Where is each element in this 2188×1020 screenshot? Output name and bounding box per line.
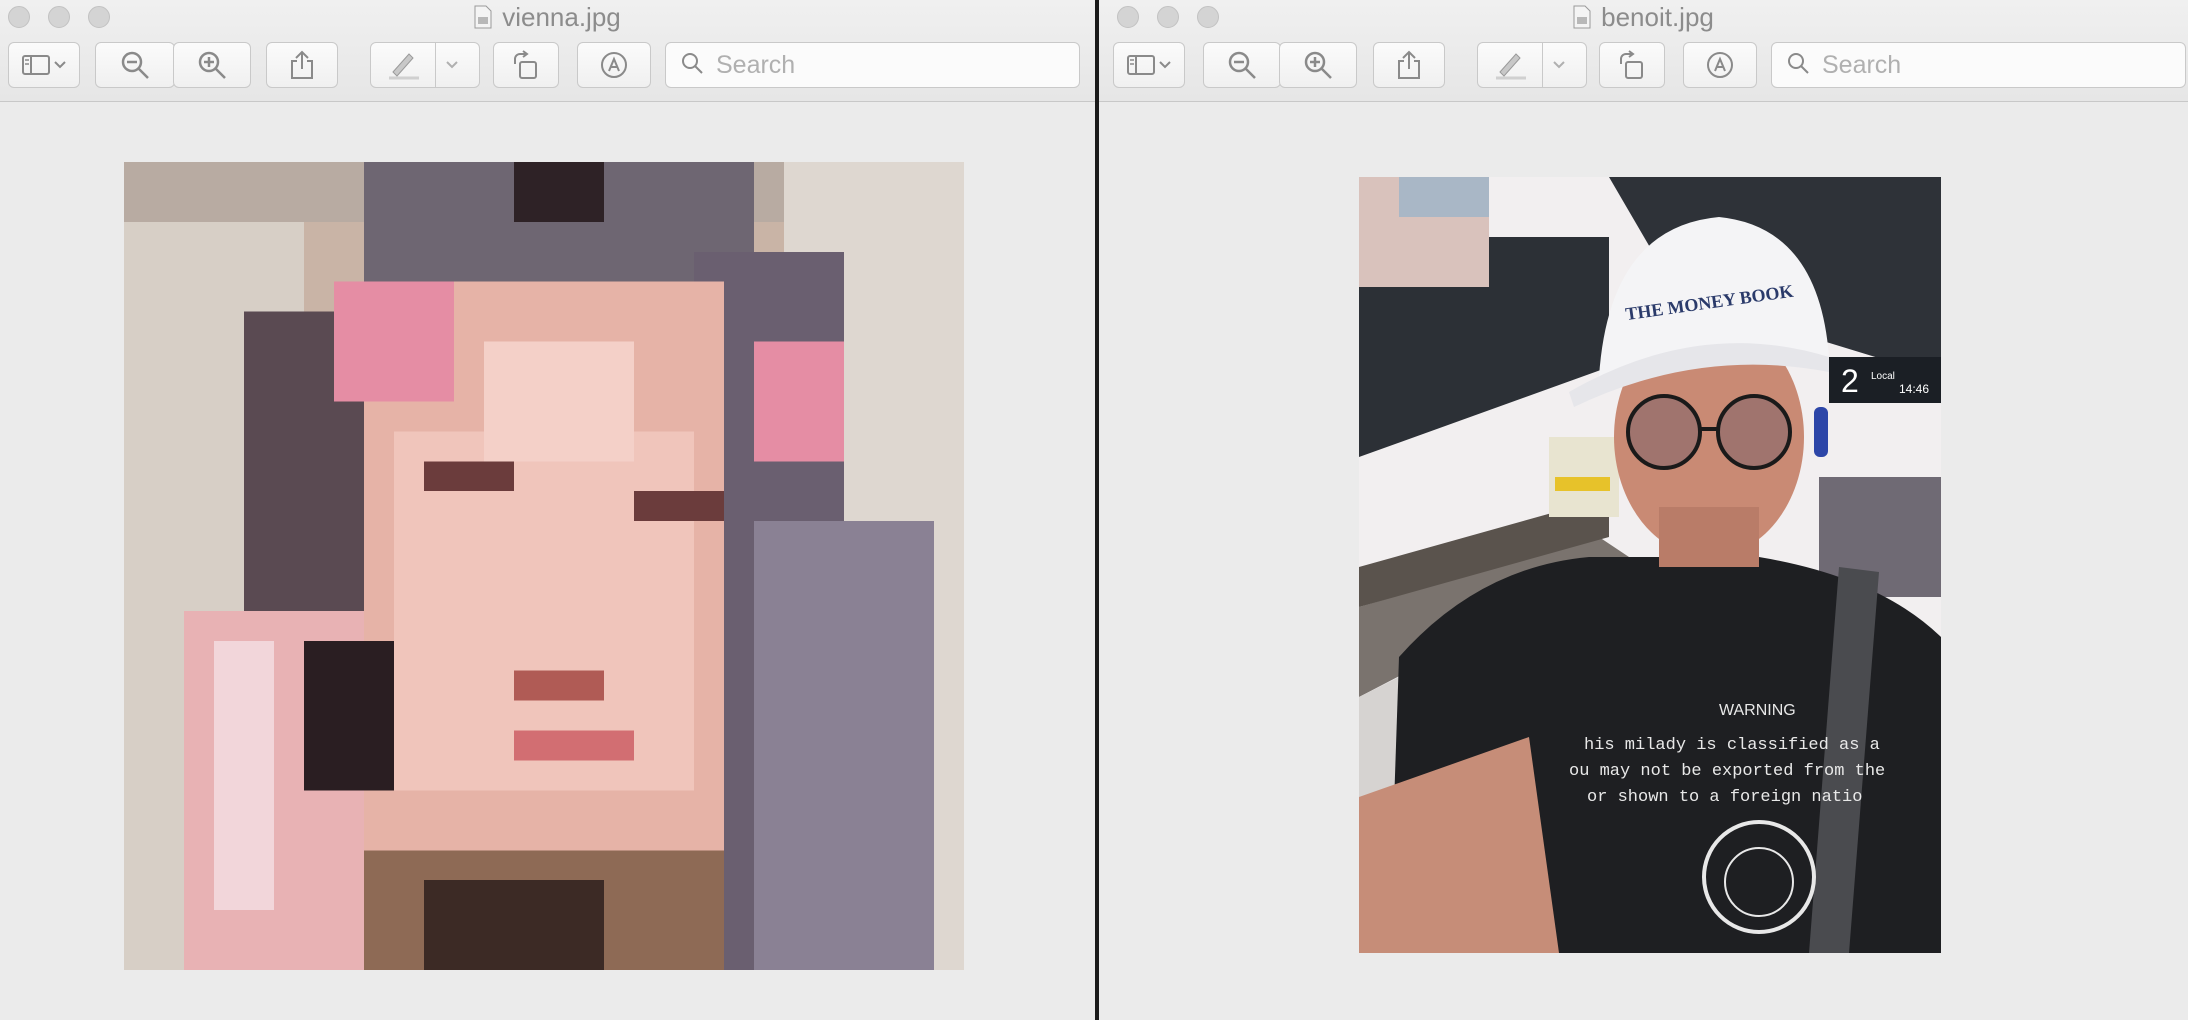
- preview-window-benoit: benoit.jpg Search 2 Local 14:46 THE MONE…: [1099, 0, 2188, 1020]
- platform-sign-time: 14:46: [1899, 382, 1929, 396]
- zoom-in-icon: [197, 50, 227, 80]
- button-separator: [1542, 42, 1543, 88]
- preview-window-vienna: vienna.jpg: [0, 0, 1095, 1020]
- rotate-button[interactable]: [493, 42, 559, 88]
- button-separator: [435, 42, 436, 88]
- chevron-down-icon[interactable]: [446, 61, 458, 69]
- share-button[interactable]: [1373, 42, 1445, 88]
- toolbar: [1099, 42, 2188, 90]
- zoom-in-icon: [1303, 50, 1333, 80]
- zoom-in-button[interactable]: [1279, 42, 1357, 88]
- markup-toolbar-button[interactable]: [577, 42, 651, 88]
- image-canvas: 2 Local 14:46 THE MONEY BOOK WARNING his…: [1099, 102, 2188, 1020]
- rotate-icon: [511, 50, 541, 80]
- share-icon: [290, 50, 314, 80]
- zoom-out-icon: [1227, 50, 1257, 80]
- rotate-icon: [1617, 50, 1647, 80]
- sidebar-icon: [22, 54, 50, 76]
- toolbar: [0, 42, 1095, 90]
- markup-pen-button[interactable]: [370, 42, 480, 88]
- window-title: benoit.jpg: [1099, 0, 2188, 34]
- chevron-down-icon[interactable]: [1553, 61, 1565, 69]
- zoom-out-button[interactable]: [95, 42, 175, 88]
- zoom-out-button[interactable]: [1203, 42, 1281, 88]
- titlebar: benoit.jpg: [1099, 0, 2188, 102]
- window-title-text: benoit.jpg: [1601, 1, 1714, 32]
- window-title: vienna.jpg: [0, 0, 1095, 34]
- rotate-button[interactable]: [1599, 42, 1665, 88]
- search-field[interactable]: [665, 42, 1080, 88]
- shirt-line: his milady is classified as a: [1584, 736, 1880, 755]
- image-document-icon: [1573, 5, 1591, 29]
- markup-pen-button[interactable]: [1477, 42, 1587, 88]
- chevron-down-icon: [54, 61, 66, 69]
- selfie-photo-image: 2 Local 14:46 THE MONEY BOOK WARNING his…: [1359, 177, 1941, 953]
- sidebar-toggle-button[interactable]: [8, 42, 80, 88]
- markup-circle-icon: [1705, 50, 1735, 80]
- pen-icon: [387, 50, 421, 80]
- share-icon: [1397, 50, 1421, 80]
- shirt-heading: WARNING: [1719, 702, 1796, 719]
- shirt-line: ou may not be exported from the: [1569, 762, 1885, 781]
- sidebar-toggle-button[interactable]: [1113, 42, 1185, 88]
- platform-sign-label: Local: [1871, 371, 1895, 382]
- zoom-out-icon: [120, 50, 150, 80]
- search-input[interactable]: [714, 49, 1038, 81]
- markup-circle-icon: [599, 50, 629, 80]
- chevron-down-icon: [1159, 61, 1171, 69]
- search-input[interactable]: [1820, 49, 2144, 81]
- image-document-icon: [474, 5, 492, 29]
- sidebar-icon: [1127, 54, 1155, 76]
- search-field[interactable]: [1771, 42, 2186, 88]
- titlebar: vienna.jpg: [0, 0, 1095, 102]
- shirt-line: or shown to a foreign natio: [1587, 788, 1862, 807]
- share-button[interactable]: [266, 42, 338, 88]
- search-icon: [1786, 51, 1810, 80]
- platform-sign-number: 2: [1841, 363, 1859, 399]
- window-title-text: vienna.jpg: [502, 1, 621, 32]
- search-icon: [680, 51, 704, 80]
- pen-icon: [1494, 50, 1528, 80]
- markup-toolbar-button[interactable]: [1683, 42, 1757, 88]
- image-canvas: [0, 102, 1095, 1020]
- pixelated-portrait-image: [124, 162, 964, 970]
- zoom-in-button[interactable]: [173, 42, 251, 88]
